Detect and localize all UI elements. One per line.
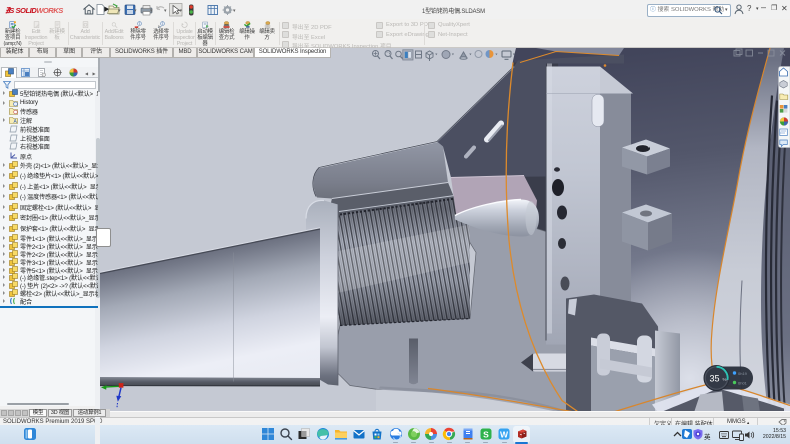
svg-text:S: S — [483, 429, 489, 439]
svg-text:%: % — [723, 377, 727, 382]
svg-text:0h19: 0h19 — [738, 371, 748, 376]
svg-text:35: 35 — [709, 373, 719, 383]
svg-text:6h01: 6h01 — [738, 380, 748, 385]
svg-text:W: W — [500, 429, 509, 439]
